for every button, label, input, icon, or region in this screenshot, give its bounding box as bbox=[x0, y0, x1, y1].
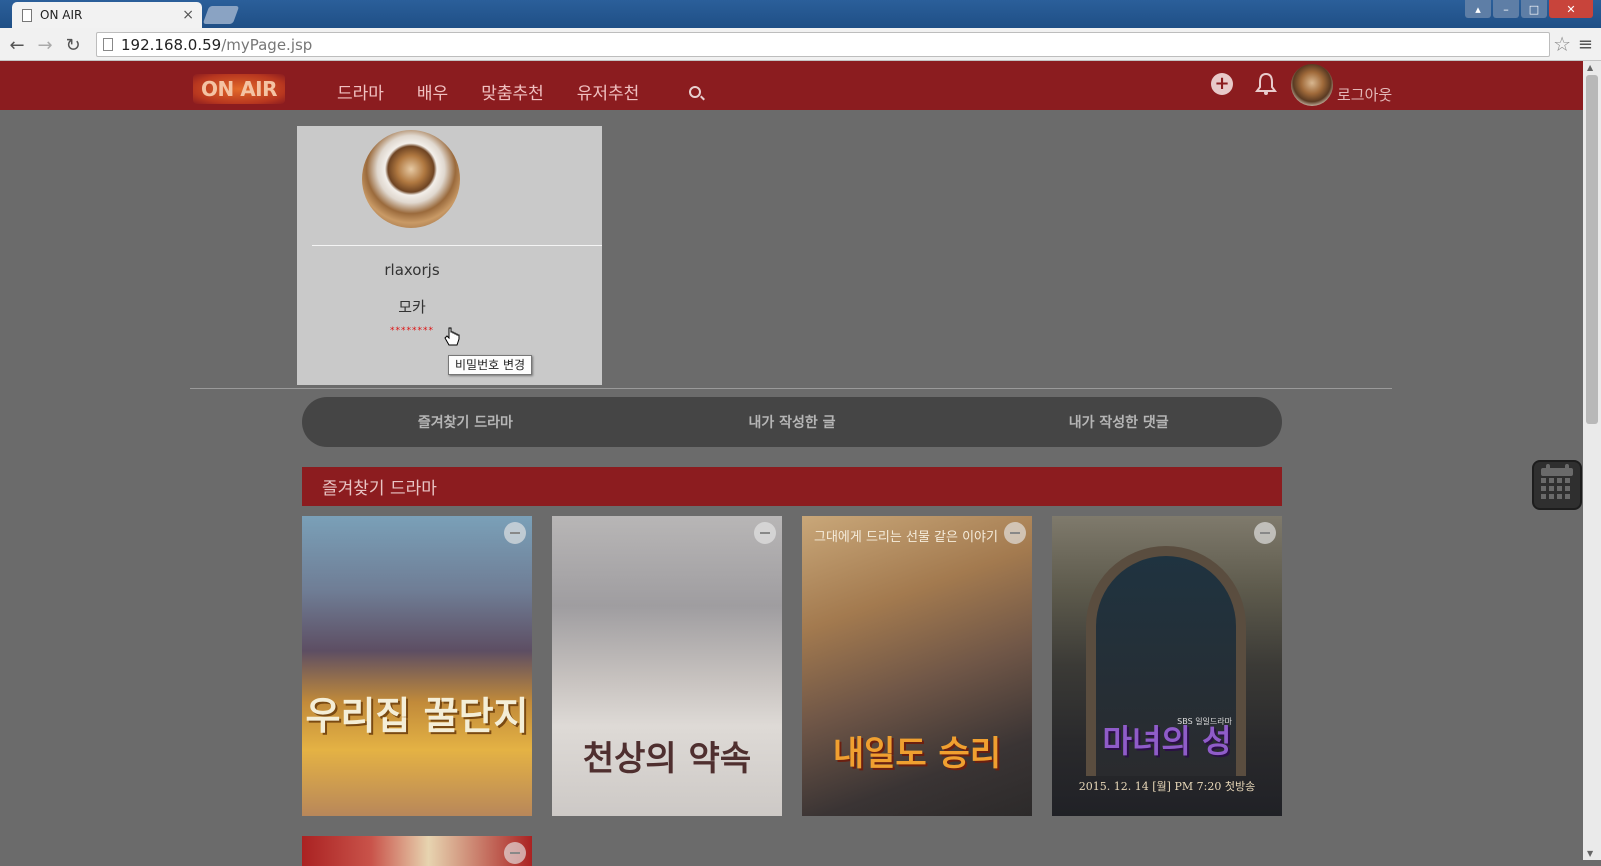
minimize-button[interactable]: – bbox=[1493, 0, 1519, 18]
drama-poster[interactable]: 천상의 약속 bbox=[552, 516, 782, 816]
url-host: 192.168.0.59 bbox=[121, 35, 222, 54]
nav-custom-recommend[interactable]: 맞춤추천 bbox=[481, 79, 544, 104]
tab-my-posts[interactable]: 내가 작성한 글 bbox=[629, 412, 956, 432]
page-icon bbox=[103, 38, 113, 51]
logout-link[interactable]: 로그아웃 bbox=[1337, 84, 1392, 105]
browser-titlebar: ON AIR × ▴ – □ ✕ bbox=[0, 0, 1601, 28]
tab-my-comments[interactable]: 내가 작성한 댓글 bbox=[955, 412, 1282, 432]
calendar-header bbox=[1541, 468, 1573, 476]
nav-user-recommend[interactable]: 유저추천 bbox=[577, 79, 640, 104]
change-password-link[interactable]: ******** bbox=[297, 326, 527, 336]
remove-favorite-icon[interactable] bbox=[1004, 522, 1026, 544]
remove-favorite-icon[interactable] bbox=[1254, 522, 1276, 544]
scroll-up-icon[interactable]: ▲ bbox=[1587, 63, 1593, 72]
new-tab-button[interactable] bbox=[202, 6, 240, 24]
user-icon[interactable]: ▴ bbox=[1465, 0, 1491, 18]
tab-close-icon[interactable]: × bbox=[182, 7, 194, 23]
page-icon bbox=[22, 8, 32, 22]
profile-card: rlaxorjs 모카 ******** 비밀번호 변경 bbox=[297, 126, 602, 385]
section-title: 즐겨찾기 드라마 bbox=[302, 467, 1282, 506]
user-id: rlaxorjs bbox=[384, 261, 440, 279]
drama-poster[interactable] bbox=[302, 836, 532, 866]
scroll-down-icon[interactable]: ▼ bbox=[1587, 849, 1593, 858]
bell-icon[interactable] bbox=[1255, 72, 1277, 96]
nav-drama[interactable]: 드라마 bbox=[337, 79, 384, 104]
reload-icon[interactable]: ↻ bbox=[62, 34, 84, 56]
profile-avatar bbox=[362, 130, 460, 228]
back-icon[interactable]: ← bbox=[6, 34, 28, 56]
close-window-button[interactable]: ✕ bbox=[1549, 0, 1593, 18]
card-divider bbox=[312, 245, 602, 246]
remove-favorite-icon[interactable] bbox=[754, 522, 776, 544]
bookmark-star-icon[interactable]: ☆ bbox=[1553, 32, 1571, 56]
calendar-grid bbox=[1541, 478, 1573, 502]
mypage-tabs: 즐겨찾기 드라마 내가 작성한 글 내가 작성한 댓글 bbox=[302, 397, 1282, 447]
browser-menu-icon[interactable]: ≡ bbox=[1578, 34, 1593, 55]
calendar-icon[interactable] bbox=[1532, 460, 1582, 510]
user-nickname: 모카 bbox=[398, 298, 426, 316]
poster-airdate: 2015. 12. 14 [월] PM 7:20 첫방송 bbox=[1078, 780, 1256, 793]
password-tooltip: 비밀번호 변경 bbox=[448, 355, 533, 375]
site-logo[interactable]: ON AIR bbox=[193, 74, 285, 104]
drama-poster[interactable]: SBS 일일드라마 마녀의 성 2015. 12. 14 [월] PM 7:20… bbox=[1052, 516, 1282, 816]
page-divider bbox=[190, 388, 1392, 389]
poster-tagline: 그대에게 드리는 선물 같은 이야기 bbox=[814, 530, 998, 545]
tab-title: ON AIR bbox=[40, 8, 83, 22]
url-path: /myPage.jsp bbox=[221, 35, 313, 54]
hand-cursor-icon bbox=[444, 327, 460, 349]
drama-poster[interactable]: 우리집 꿀단지 bbox=[302, 516, 532, 816]
page-scrollbar[interactable]: ▲ ▼ bbox=[1583, 61, 1601, 860]
browser-tab[interactable]: ON AIR × bbox=[12, 2, 202, 28]
drama-poster[interactable]: 그대에게 드리는 선물 같은 이야기 내일도 승리 bbox=[802, 516, 1032, 816]
poster-title: 마녀의 성 bbox=[1102, 722, 1232, 760]
user-avatar[interactable] bbox=[1291, 64, 1333, 106]
poster-title: 천상의 약속 bbox=[582, 739, 752, 779]
address-bar[interactable]: 192.168.0.59/myPage.jsp bbox=[96, 32, 1550, 57]
nav-actor[interactable]: 배우 bbox=[417, 79, 448, 104]
maximize-button[interactable]: □ bbox=[1521, 0, 1547, 18]
plus-circle-icon[interactable]: + bbox=[1211, 73, 1233, 95]
remove-favorite-icon[interactable] bbox=[504, 842, 526, 864]
forward-icon[interactable]: → bbox=[34, 34, 56, 56]
browser-toolbar: ← → ↻ 192.168.0.59/myPage.jsp ☆ ≡ bbox=[0, 28, 1601, 61]
poster-title: 우리집 꿀단지 bbox=[305, 694, 529, 738]
poster-title: 내일도 승리 bbox=[832, 734, 1002, 774]
search-icon[interactable] bbox=[689, 86, 701, 98]
tab-favorite-drama[interactable]: 즐겨찾기 드라마 bbox=[302, 412, 629, 432]
window-controls: ▴ – □ ✕ bbox=[1465, 0, 1593, 18]
remove-favorite-icon[interactable] bbox=[504, 522, 526, 544]
main-nav: 드라마 배우 맞춤추천 유저추천 bbox=[337, 79, 639, 104]
scroll-thumb[interactable] bbox=[1586, 75, 1598, 424]
